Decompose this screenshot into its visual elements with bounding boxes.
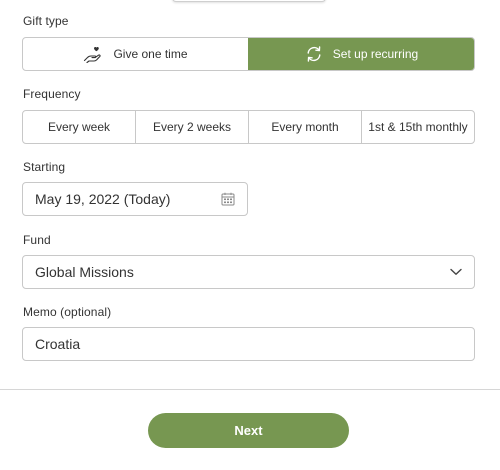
gift-type-label: Gift type [23, 14, 69, 28]
memo-label: Memo (optional) [23, 305, 112, 319]
fund-value: Global Missions [35, 264, 134, 280]
frequency-label: Frequency [23, 87, 81, 101]
divider [0, 389, 500, 390]
memo-value: Croatia [35, 336, 81, 352]
recurring-gift-form: Gift type Give one time Set up recurring [0, 0, 500, 470]
memo-input[interactable]: Croatia [22, 327, 475, 361]
calendar-icon[interactable] [221, 192, 235, 206]
give-one-time-button[interactable]: Give one time [23, 38, 248, 70]
set-up-recurring-label: Set up recurring [332, 47, 419, 61]
frequency-1st-15th-monthly[interactable]: 1st & 15th monthly [361, 111, 474, 143]
chevron-down-icon [450, 268, 462, 276]
frequency-every-week[interactable]: Every week [23, 111, 135, 143]
fund-select[interactable]: Global Missions [22, 255, 475, 289]
frequency-every-month[interactable]: Every month [248, 111, 361, 143]
recurring-arrows-icon [305, 45, 323, 63]
frequency-every-2-weeks[interactable]: Every 2 weeks [135, 111, 248, 143]
start-date-field[interactable]: May 19, 2022 (Today) [22, 182, 248, 216]
starting-label: Starting [23, 160, 66, 174]
gift-type-toggle: Give one time Set up recurring [22, 37, 475, 71]
top-tab-handle [172, 0, 326, 2]
hand-heart-icon [83, 46, 103, 63]
fund-label: Fund [23, 233, 51, 247]
give-one-time-label: Give one time [113, 47, 188, 61]
frequency-options: Every week Every 2 weeks Every month 1st… [22, 110, 475, 144]
set-up-recurring-button[interactable]: Set up recurring [248, 38, 474, 70]
next-button[interactable]: Next [148, 413, 349, 448]
start-date-value: May 19, 2022 (Today) [35, 191, 171, 207]
